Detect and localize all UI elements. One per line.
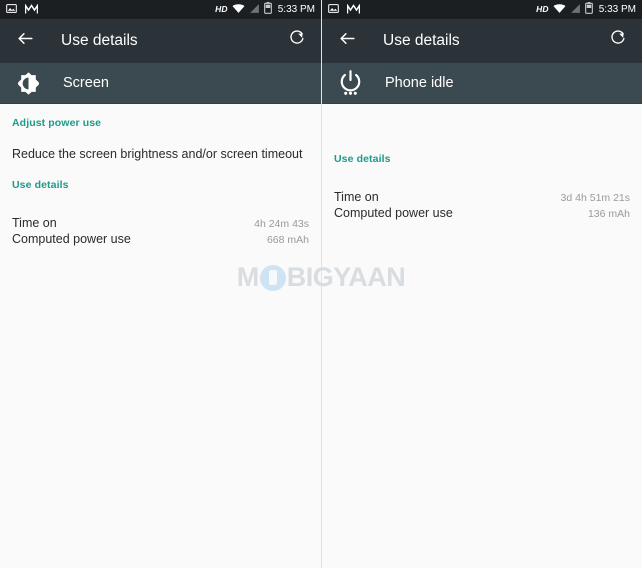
item-header-label: Phone idle [385, 75, 454, 91]
stat-label: Time on [12, 216, 57, 230]
clock-label: 5:33 PM [598, 3, 636, 15]
page-title: Use details [383, 32, 460, 49]
item-header-phone-idle: Phone idle [322, 63, 642, 104]
stat-label: Computed power use [334, 206, 453, 220]
stats-list: Time on 3d 4h 51m 21s Computed power use… [334, 165, 630, 221]
signal-icon [570, 1, 581, 19]
status-bar: HD 5:33 PM [0, 0, 321, 19]
dual-screenshot-container: HD 5:33 PM Use details Screen Adjust pow… [0, 0, 642, 568]
stat-row: Time on 3d 4h 51m 21s [334, 189, 630, 205]
photo-icon [6, 1, 17, 19]
motorola-m-icon [346, 1, 361, 19]
arrow-left-icon [16, 29, 35, 53]
stat-value: 4h 24m 43s [254, 218, 309, 230]
hd-label: HD [215, 4, 228, 15]
stat-row: Computed power use 136 mAh [334, 205, 630, 221]
brightness-icon [14, 69, 42, 97]
battery-icon [584, 1, 593, 19]
arrow-left-icon [338, 29, 357, 53]
page-title: Use details [61, 32, 138, 49]
stats-list: Time on 4h 24m 43s Computed power use 66… [12, 191, 309, 247]
panel-content: Use details Time on 3d 4h 51m 21s Comput… [322, 104, 642, 568]
use-details-section-label: Use details [12, 179, 69, 191]
status-bar-left-icons [6, 1, 39, 19]
clock-label: 5:33 PM [277, 3, 315, 15]
status-bar: HD 5:33 PM [322, 0, 642, 19]
stat-value: 3d 4h 51m 21s [560, 192, 630, 204]
item-header-label: Screen [63, 75, 109, 91]
hd-label: HD [536, 4, 549, 15]
back-button[interactable] [334, 28, 360, 54]
motorola-m-icon [24, 1, 39, 19]
phone-idle-usage-panel: HD 5:33 PM Use details Phone idle Use de… [321, 0, 642, 568]
stat-value: 668 mAh [266, 234, 309, 246]
wifi-icon [553, 1, 566, 19]
wifi-icon [232, 1, 245, 19]
stat-row: Time on 4h 24m 43s [12, 215, 309, 231]
refresh-button[interactable] [283, 28, 309, 54]
stat-label: Time on [334, 190, 379, 204]
status-bar-right-icons: HD 5:33 PM [215, 1, 315, 19]
refresh-button[interactable] [604, 28, 630, 54]
photo-icon [328, 1, 339, 19]
signal-icon [249, 1, 260, 19]
app-toolbar: Use details [322, 19, 642, 63]
stat-row: Computed power use 668 mAh [12, 231, 309, 247]
screen-usage-panel: HD 5:33 PM Use details Screen Adjust pow… [0, 0, 321, 568]
status-bar-left-icons [328, 1, 361, 19]
stat-value: 136 mAh [587, 208, 630, 220]
adjust-power-use-link[interactable]: Adjust power use [12, 104, 309, 129]
refresh-icon [609, 30, 626, 52]
battery-icon [263, 1, 272, 19]
status-bar-right-icons: HD 5:33 PM [536, 1, 636, 19]
app-toolbar: Use details [0, 19, 321, 63]
back-button[interactable] [12, 28, 38, 54]
power-idle-icon [336, 69, 364, 97]
item-header-screen: Screen [0, 63, 321, 104]
refresh-icon [288, 30, 305, 52]
use-details-section-label: Use details [334, 153, 391, 165]
stat-label: Computed power use [12, 232, 131, 246]
panel-content: Adjust power use Reduce the screen brigh… [0, 104, 321, 568]
power-use-description: Reduce the screen brightness and/or scre… [12, 147, 303, 161]
